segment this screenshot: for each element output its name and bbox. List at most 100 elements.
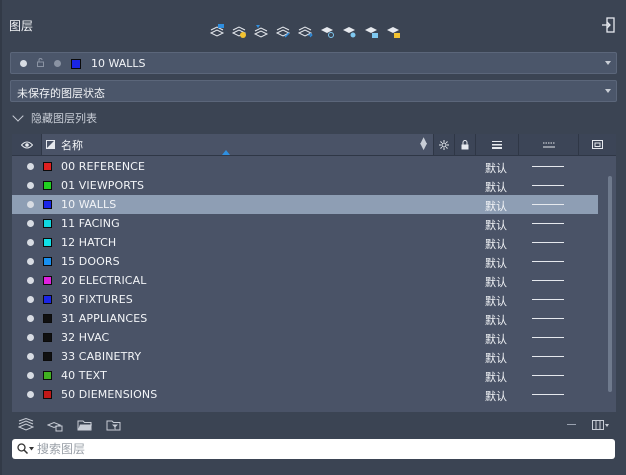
layer-color-swatch[interactable]	[43, 276, 52, 285]
layer-row[interactable]: 33 CABINETRY 默认	[12, 347, 598, 366]
layer-linetype-sample[interactable]	[532, 318, 564, 319]
column-settings-button[interactable]	[592, 418, 610, 432]
linetype-column-header[interactable]	[519, 134, 579, 155]
viewport-column-header[interactable]	[579, 134, 616, 155]
viewport-icon	[592, 140, 603, 149]
layer-row[interactable]: 12 HATCH 默认	[12, 233, 598, 252]
layer-on-icon[interactable]	[27, 353, 34, 360]
layer-previous-button[interactable]	[252, 22, 270, 40]
layer-row[interactable]: 50 DIEMENSIONS 默认	[12, 385, 598, 404]
layer-lineweight[interactable]: 默认	[485, 388, 507, 404]
layer-row[interactable]: 11 FACING 默认	[12, 214, 598, 233]
layer-linetype-sample[interactable]	[532, 280, 564, 281]
layer-lineweight[interactable]: 默认	[485, 331, 507, 347]
layer-linetype-sample[interactable]	[532, 223, 564, 224]
layer-color-swatch[interactable]	[43, 219, 52, 228]
layer-name: 40 TEXT	[61, 369, 107, 382]
layer-on-icon[interactable]	[27, 239, 34, 246]
layer-properties-button[interactable]	[230, 22, 248, 40]
layer-table: 名称 ▲ ▼ 00 REFERENCE 默认 01 VIEWPORTS 默认 10 WAL…	[12, 134, 616, 412]
layer-lineweight[interactable]: 默认	[485, 236, 507, 252]
layer-match-button[interactable]	[274, 22, 292, 40]
lock-column-header[interactable]	[455, 134, 476, 155]
visibility-column-header[interactable]	[12, 134, 42, 155]
layer-on-icon[interactable]	[27, 391, 34, 398]
layer-color-swatch[interactable]	[43, 238, 52, 247]
name-column-header[interactable]: 名称 ▲ ▼	[42, 134, 434, 155]
layer-row[interactable]: 32 HVAC 默认	[12, 328, 598, 347]
layer-lineweight[interactable]: 默认	[485, 255, 507, 271]
collapse-button[interactable]	[567, 424, 576, 425]
layer-on-icon[interactable]	[27, 220, 34, 227]
layer-state-dropdown[interactable]: 未保存的图层状态	[10, 80, 617, 102]
exit-panel-icon[interactable]	[601, 17, 615, 33]
layer-linetype-sample[interactable]	[532, 242, 564, 243]
layer-lineweight[interactable]: 默认	[485, 312, 507, 328]
layer-color-swatch[interactable]	[43, 314, 52, 323]
layer-row[interactable]: 30 FIXTURES 默认	[12, 290, 598, 309]
layer-linetype-sample[interactable]	[532, 204, 564, 205]
open-folder-icon[interactable]	[77, 418, 93, 432]
layer-row[interactable]: 15 DOORS 默认	[12, 252, 598, 271]
layer-on-icon[interactable]	[27, 277, 34, 284]
layer-on-icon[interactable]	[27, 201, 34, 208]
layer-linetype-sample[interactable]	[532, 185, 564, 186]
layer-color-swatch[interactable]	[43, 352, 52, 361]
layer-off-button[interactable]	[340, 22, 358, 40]
layer-lineweight[interactable]: 默认	[485, 274, 507, 290]
layer-on-icon[interactable]	[27, 163, 34, 170]
layer-isolate-icon[interactable]	[47, 418, 63, 432]
layer-on-icon[interactable]	[27, 372, 34, 379]
layer-color-swatch[interactable]	[43, 162, 52, 171]
new-layer-button[interactable]	[208, 22, 226, 40]
layer-on-icon[interactable]	[27, 258, 34, 265]
layer-on-icon[interactable]	[27, 296, 34, 303]
scrollbar-thumb[interactable]	[608, 176, 612, 392]
lineweight-column-header[interactable]	[476, 134, 519, 155]
layer-linetype-sample[interactable]	[532, 356, 564, 357]
layer-row[interactable]: 40 TEXT 默认	[12, 366, 598, 385]
layer-color-swatch[interactable]	[43, 257, 52, 266]
layer-lineweight[interactable]: 默认	[485, 217, 507, 233]
layer-linetype-sample[interactable]	[532, 375, 564, 376]
layer-lineweight[interactable]: 默认	[485, 160, 507, 176]
layer-search-box[interactable]	[12, 439, 615, 459]
layer-on-icon[interactable]	[27, 182, 34, 189]
layer-unlock-button[interactable]	[384, 22, 402, 40]
layer-linetype-sample[interactable]	[532, 394, 564, 395]
layer-freeze-button[interactable]	[318, 22, 336, 40]
layer-color-swatch[interactable]	[43, 390, 52, 399]
current-layer-dropdown[interactable]: 10 WALLS	[10, 52, 617, 74]
chevron-down-icon	[605, 424, 609, 427]
layer-color-swatch[interactable]	[43, 200, 52, 209]
sort-indicator-icon	[222, 150, 230, 155]
layer-lineweight[interactable]: 默认	[485, 293, 507, 309]
layer-row[interactable]: 10 WALLS 默认	[12, 195, 598, 214]
layer-row[interactable]: 31 APPLIANCES 默认	[12, 309, 598, 328]
layer-linetype-sample[interactable]	[532, 299, 564, 300]
bottom-toolbar	[12, 412, 616, 438]
hidden-layer-list-toggle[interactable]: 隐藏图层列表	[12, 110, 97, 126]
folder-filter-icon[interactable]	[106, 418, 122, 432]
layer-linetype-sample[interactable]	[532, 166, 564, 167]
search-input[interactable]	[37, 441, 597, 457]
layer-color-swatch[interactable]	[43, 371, 52, 380]
layer-on-icon[interactable]	[27, 315, 34, 322]
layer-color-swatch[interactable]	[43, 181, 52, 190]
layer-lineweight[interactable]: 默认	[485, 369, 507, 385]
layer-linetype-sample[interactable]	[532, 337, 564, 338]
layer-on-icon[interactable]	[27, 334, 34, 341]
layer-lineweight[interactable]: 默认	[485, 350, 507, 366]
layer-lock-button[interactable]	[362, 22, 380, 40]
layer-change-button[interactable]	[296, 22, 314, 40]
layer-row[interactable]: 01 VIEWPORTS 默认	[12, 176, 598, 195]
freeze-column-header[interactable]	[434, 134, 455, 155]
layer-row[interactable]: 20 ELECTRICAL 默认	[12, 271, 598, 290]
layer-walk-icon[interactable]	[18, 418, 34, 432]
layer-lineweight[interactable]: 默认	[485, 179, 507, 195]
layer-color-swatch[interactable]	[43, 333, 52, 342]
layer-row[interactable]: 00 REFERENCE 默认	[12, 157, 598, 176]
layer-linetype-sample[interactable]	[532, 261, 564, 262]
layer-lineweight[interactable]: 默认	[485, 198, 507, 214]
layer-color-swatch[interactable]	[43, 295, 52, 304]
